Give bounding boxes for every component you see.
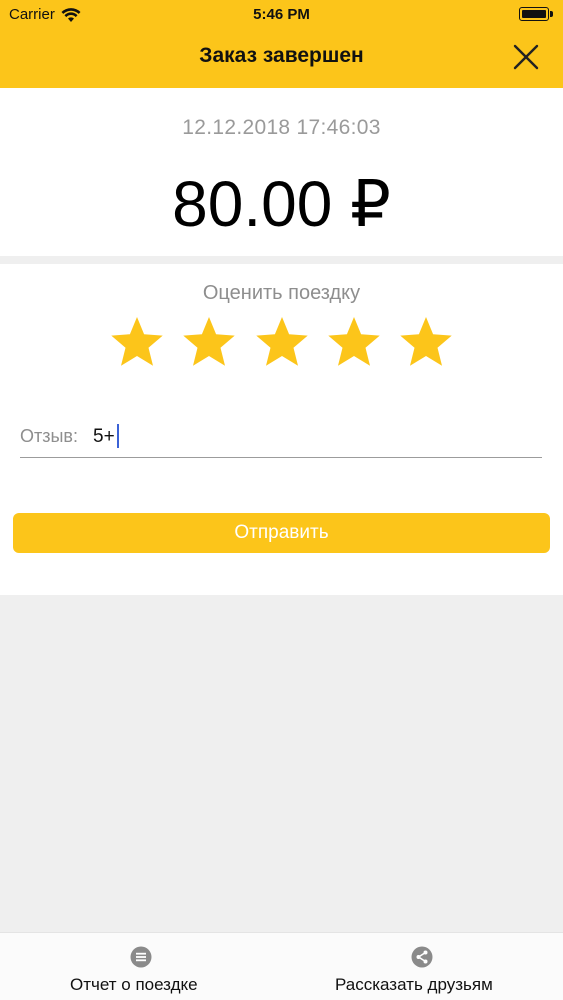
tab-trip-report-label: Отчет о поездке (70, 975, 198, 994)
rating-card: Оценить поездку Отзыв: Отправить (0, 264, 563, 595)
order-summary-card: 12.12.2018 17:46:03 80.00 ₽ (0, 88, 563, 256)
review-input[interactable] (93, 424, 533, 450)
order-amount: 80.00 ₽ (172, 168, 391, 240)
tab-share-friends[interactable]: Рассказать друзьям (281, 933, 563, 1000)
battery-icon (519, 7, 553, 21)
tab-share-friends-label: Рассказать друзьям (335, 975, 493, 994)
star-icon-4[interactable] (327, 316, 381, 370)
status-time: 5:46 PM (253, 6, 310, 23)
rate-trip-label: Оценить поездку (202, 282, 361, 304)
star-icon-2[interactable] (182, 316, 236, 370)
review-label: Отзыв: (20, 426, 78, 446)
star-rating (110, 316, 455, 372)
tab-trip-report[interactable]: Отчет о поездке (0, 933, 281, 1000)
battery-level (522, 10, 546, 18)
star-icon-1[interactable] (110, 316, 164, 370)
order-datetime: 12.12.2018 17:46:03 (182, 116, 381, 139)
bottom-tab-bar: Отчет о поездке Рассказать друзьям (0, 932, 563, 1000)
list-icon (130, 946, 152, 968)
text-caret (117, 424, 119, 448)
star-icon-5[interactable] (399, 316, 453, 370)
page-title: Заказ завершен (199, 44, 364, 67)
status-bar: Carrier 5:46 PM (0, 0, 563, 30)
review-field: Отзыв: (20, 422, 542, 458)
send-button[interactable]: Отправить (13, 513, 550, 553)
share-icon (411, 946, 433, 968)
star-icon-3[interactable] (255, 316, 309, 370)
close-icon[interactable] (513, 44, 539, 70)
top-bar: Carrier 5:46 PM Заказ завершен (0, 0, 563, 88)
